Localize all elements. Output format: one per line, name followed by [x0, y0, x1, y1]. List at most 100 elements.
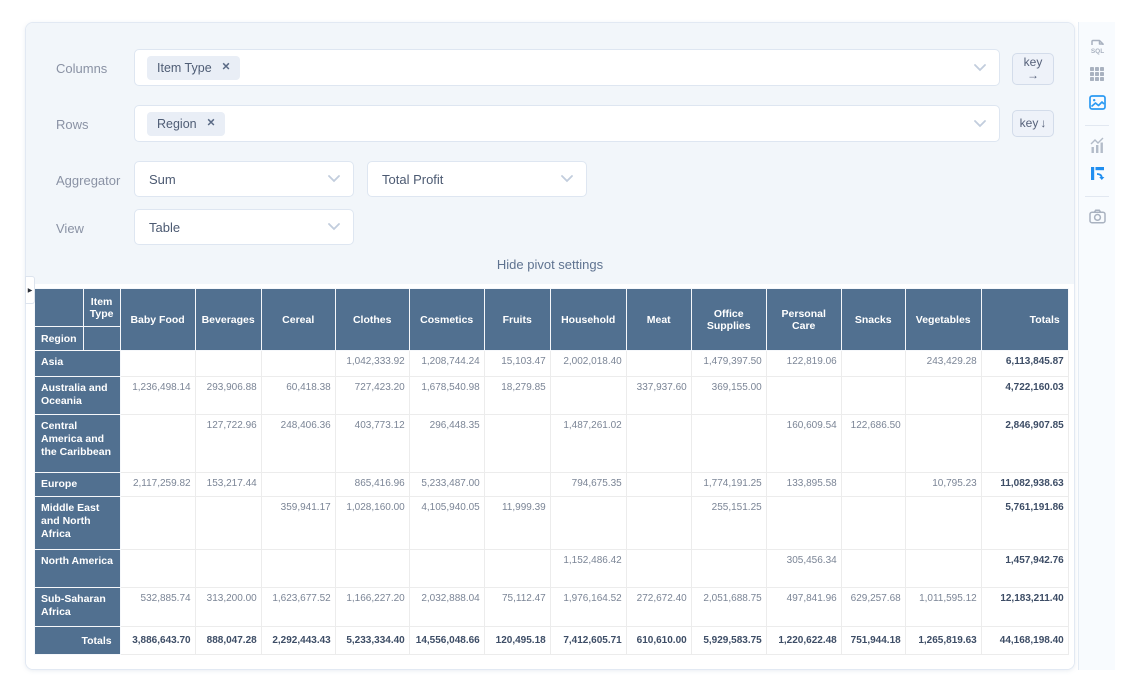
value-cell: 497,841.96	[766, 588, 841, 627]
value-cell	[409, 550, 484, 588]
chevron-down-icon	[561, 175, 573, 183]
column-total-cell: 1,220,622.48	[766, 627, 841, 655]
table-row: Central America and the Caribbean 127,722…	[35, 415, 1069, 473]
column-total-cell: 1,265,819.63	[905, 627, 981, 655]
rows-field[interactable]: Region ✕	[134, 105, 1000, 142]
rows-label: Rows	[56, 117, 89, 132]
value-cell: 1,976,164.52	[550, 588, 626, 627]
column-header: Vegetables	[905, 289, 981, 351]
pivot-view-button[interactable]	[1085, 161, 1109, 185]
column-header: Baby Food	[120, 289, 195, 351]
grid-view-button[interactable]	[1085, 62, 1109, 86]
aggregator-field-select[interactable]: Total Profit	[367, 161, 587, 197]
totals-column-header: Totals	[981, 289, 1068, 351]
value-cell: 127,722.96	[195, 415, 261, 473]
row-key-order-button[interactable]: key ↓	[1012, 110, 1054, 137]
column-total-cell: 5,929,583.75	[691, 627, 766, 655]
totals-row: Totals3,886,643.70888,047.282,292,443.43…	[35, 627, 1069, 655]
remove-tag-icon[interactable]: ✕	[207, 118, 216, 129]
value-cell	[195, 497, 261, 550]
collapse-panel-handle[interactable]: ▶	[25, 276, 35, 304]
row-header: Asia	[35, 351, 121, 377]
chart-view-button[interactable]	[1085, 90, 1109, 114]
field-tag-label: Region	[157, 117, 197, 131]
trend-chart-button[interactable]	[1085, 133, 1109, 157]
value-cell: 122,686.50	[841, 415, 905, 473]
value-cell: 15,103.47	[484, 351, 550, 377]
column-total-cell: 2,292,443.43	[261, 627, 335, 655]
row-total-cell: 4,722,160.03	[981, 377, 1068, 415]
value-cell: 5,233,487.00	[409, 473, 484, 497]
value-cell: 2,117,259.82	[120, 473, 195, 497]
chevron-down-icon	[328, 175, 340, 183]
value-cell: 122,819.06	[766, 351, 841, 377]
value-cell: 865,416.96	[335, 473, 409, 497]
column-axis-label: Item Type	[83, 289, 120, 327]
column-total-cell: 5,233,334.40	[335, 627, 409, 655]
column-total-cell: 888,047.28	[195, 627, 261, 655]
value-cell: 1,623,677.52	[261, 588, 335, 627]
column-total-cell: 120,495.18	[484, 627, 550, 655]
grand-total-cell: 44,168,198.40	[981, 627, 1068, 655]
export-sql-button[interactable]: SQL	[1085, 34, 1109, 58]
chevron-down-icon	[328, 223, 340, 231]
value-cell	[691, 550, 766, 588]
row-header: Middle East and North Africa	[35, 497, 121, 550]
table-row: Australia and Oceania1,236,498.14293,906…	[35, 377, 1069, 415]
value-cell	[841, 351, 905, 377]
view-label: View	[56, 221, 84, 236]
totals-row-header: Totals	[35, 627, 121, 655]
value-cell	[626, 351, 691, 377]
value-cell	[626, 473, 691, 497]
pivot-panel: Columns Item Type ✕ key → Rows Region ✕	[25, 22, 1075, 670]
value-cell	[550, 497, 626, 550]
pivot-icon	[1088, 164, 1107, 183]
value-cell	[841, 550, 905, 588]
column-total-cell: 751,944.18	[841, 627, 905, 655]
aggregator-label: Aggregator	[56, 173, 120, 188]
row-header: Central America and the Caribbean	[35, 415, 121, 473]
toolbar-divider	[1085, 125, 1109, 126]
row-header: North America	[35, 550, 121, 588]
value-cell	[120, 415, 195, 473]
screenshot-button[interactable]	[1085, 204, 1109, 228]
value-cell	[841, 473, 905, 497]
aggregator-select[interactable]: Sum	[134, 161, 354, 197]
value-cell: 1,152,486.42	[550, 550, 626, 588]
value-cell	[195, 351, 261, 377]
value-cell	[905, 415, 981, 473]
row-key-label: key	[1020, 117, 1039, 130]
column-header: Cereal	[261, 289, 335, 351]
value-cell: 1,479,397.50	[691, 351, 766, 377]
value-cell	[261, 550, 335, 588]
columns-field[interactable]: Item Type ✕	[134, 49, 1000, 86]
table-row: North America1,152,486.42305,456.341,457…	[35, 550, 1069, 588]
view-select[interactable]: Table	[134, 209, 354, 245]
pivot-table: Item TypeBaby FoodBeveragesCerealClothes…	[34, 288, 1069, 655]
field-tag-item-type[interactable]: Item Type ✕	[147, 56, 240, 80]
row-header: Sub-Saharan Africa	[35, 588, 121, 627]
arrow-down-icon: ↓	[1040, 117, 1046, 130]
toolbar-divider	[1085, 196, 1109, 197]
value-cell: 133,895.58	[766, 473, 841, 497]
value-cell: 532,885.74	[120, 588, 195, 627]
export-sql-icon: SQL	[1088, 37, 1107, 56]
field-tag-region[interactable]: Region ✕	[147, 112, 225, 136]
value-cell: 1,011,595.12	[905, 588, 981, 627]
chevron-down-icon	[974, 120, 986, 128]
value-cell: 1,678,540.98	[409, 377, 484, 415]
col-key-order-button[interactable]: key →	[1012, 53, 1054, 85]
row-total-cell: 2,846,907.85	[981, 415, 1068, 473]
value-cell	[484, 415, 550, 473]
value-cell: 293,906.88	[195, 377, 261, 415]
remove-tag-icon[interactable]: ✕	[222, 62, 231, 73]
hide-pivot-settings-link[interactable]: Hide pivot settings	[26, 257, 1074, 272]
value-cell: 1,042,333.92	[335, 351, 409, 377]
table-row: Europe2,117,259.82153,217.44865,416.965,…	[35, 473, 1069, 497]
corner-blank-cell	[35, 289, 84, 327]
row-total-cell: 11,082,938.63	[981, 473, 1068, 497]
value-cell	[626, 415, 691, 473]
value-cell: 305,456.34	[766, 550, 841, 588]
row-axis-label: Region	[35, 327, 84, 351]
value-cell	[905, 497, 981, 550]
